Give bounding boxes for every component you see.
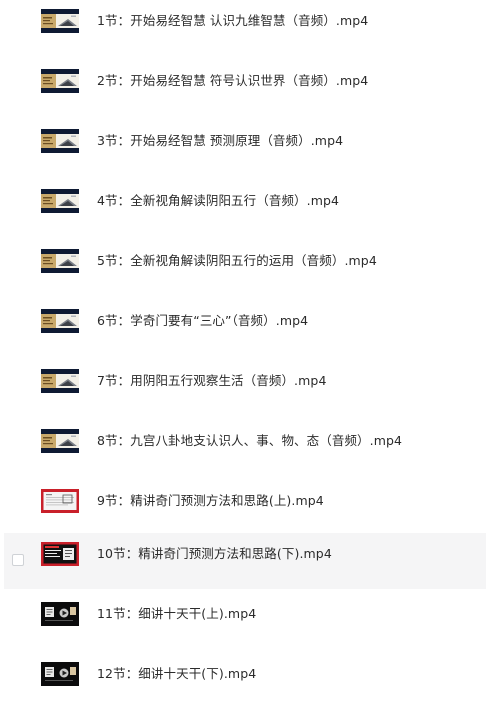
file-name: 12节：细讲十天干(下).mp4 xyxy=(97,666,257,681)
video-thumbnail-icon xyxy=(41,369,79,393)
video-thumbnail-icon xyxy=(41,189,79,213)
file-row[interactable]: 9节：精讲奇门预测方法和思路(上).mp4 xyxy=(4,480,486,536)
file-name: 8节：九宫八卦地支认识人、事、物、态（音频）.mp4 xyxy=(97,433,403,448)
file-name: 10节：精讲奇门预测方法和思路(下).mp4 xyxy=(97,546,332,561)
file-name: 2节：开始易经智慧 符号认识世界（音频）.mp4 xyxy=(97,73,369,88)
checkbox-icon[interactable] xyxy=(12,554,24,566)
file-row[interactable]: 1节：开始易经智慧 认识九维智慧（音频）.mp4 xyxy=(4,0,486,56)
video-thumbnail-icon xyxy=(41,249,79,273)
file-row[interactable]: 6节：学奇门要有“三心”（音频）.mp4 xyxy=(4,300,486,356)
video-thumbnail-icon xyxy=(41,429,79,453)
video-thumbnail-icon xyxy=(41,129,79,153)
file-row[interactable]: 11节：细讲十天干(上).mp4 xyxy=(4,593,486,649)
file-row[interactable]: 3节：开始易经智慧 预测原理（音频）.mp4 xyxy=(4,120,486,176)
file-row[interactable]: 7节：用阴阳五行观察生活（音频）.mp4 xyxy=(4,360,486,416)
file-name: 1节：开始易经智慧 认识九维智慧（音频）.mp4 xyxy=(97,13,369,28)
file-name: 4节：全新视角解读阴阳五行（音频）.mp4 xyxy=(97,193,340,208)
video-thumbnail-icon xyxy=(41,602,79,626)
video-thumbnail-icon xyxy=(41,309,79,333)
file-name: 5节：全新视角解读阴阳五行的运用（音频）.mp4 xyxy=(97,253,377,268)
file-row[interactable]: 5节：全新视角解读阴阳五行的运用（音频）.mp4 xyxy=(4,240,486,296)
file-name: 3节：开始易经智慧 预测原理（音频）.mp4 xyxy=(97,133,344,148)
file-row[interactable]: 12节：细讲十天干(下).mp4 xyxy=(4,653,486,709)
video-thumbnail-icon xyxy=(41,489,79,513)
file-row[interactable]: 10节：精讲奇门预测方法和思路(下).mp4 xyxy=(4,533,486,589)
file-row[interactable]: 8节：九宫八卦地支认识人、事、物、态（音频）.mp4 xyxy=(4,420,486,476)
file-name: 7节：用阴阳五行观察生活（音频）.mp4 xyxy=(97,373,327,388)
file-row[interactable]: 2节：开始易经智慧 符号认识世界（音频）.mp4 xyxy=(4,60,486,116)
video-thumbnail-icon xyxy=(41,9,79,33)
video-thumbnail-icon xyxy=(41,662,79,686)
video-thumbnail-icon xyxy=(41,542,79,566)
file-name: 6节：学奇门要有“三心”（音频）.mp4 xyxy=(97,313,309,328)
video-thumbnail-icon xyxy=(41,69,79,93)
file-list: 1节：开始易经智慧 认识九维智慧（音频）.mp4 2节：开始易经智慧 符号认识世界… xyxy=(0,0,486,709)
file-name: 11节：细讲十天干(上).mp4 xyxy=(97,606,257,621)
file-row[interactable]: 4节：全新视角解读阴阳五行（音频）.mp4 xyxy=(4,180,486,236)
file-name: 9节：精讲奇门预测方法和思路(上).mp4 xyxy=(97,493,324,508)
